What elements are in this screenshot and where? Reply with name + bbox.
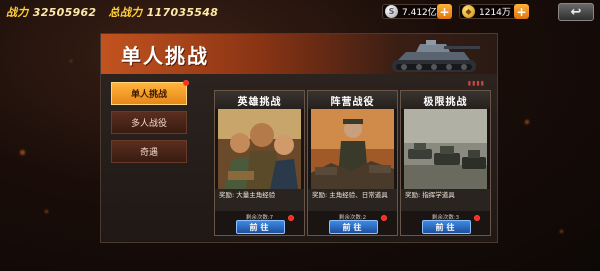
faction-campaign-card[interactable]: 阵营战役 奖励: 主角经验、日常道具 剩余次数:2 前往	[307, 90, 398, 236]
gold-coin-icon: ◆	[462, 5, 475, 18]
nav-item-single-challenge[interactable]: 单人挑战	[111, 80, 189, 105]
card-reward: 奖励: 大量主角经验	[215, 189, 304, 211]
silver-coin-icon: S	[385, 5, 398, 18]
power-display: 战力 32505962 总战力 117035548	[6, 4, 226, 20]
go-button[interactable]: 前往	[236, 220, 285, 234]
card-reward: 奖励: 指挥学道具	[401, 189, 490, 211]
panel-title: 单人挑战	[121, 44, 209, 68]
ember-particle	[525, 120, 529, 124]
card-title: 英雄挑战	[215, 91, 304, 109]
nav-item-label: 奇遇	[139, 148, 158, 158]
ember-particle	[70, 60, 72, 62]
notification-dot	[381, 215, 387, 221]
notification-dot	[288, 215, 294, 221]
silver-currency: S 7.412亿 +	[382, 4, 452, 19]
add-silver-button[interactable]: +	[437, 4, 452, 19]
nav-item-multi-campaign[interactable]: 多人战役	[111, 111, 187, 134]
faction-commander-artwork	[311, 109, 394, 189]
go-button[interactable]: 前往	[329, 220, 378, 234]
power-value: 32505962	[32, 6, 97, 19]
ember-particle	[45, 210, 48, 213]
card-reward: 奖励: 主角经验、日常道具	[308, 189, 397, 211]
gold-currency: ◆ 1214万 +	[459, 4, 529, 19]
ember-particle	[560, 230, 563, 233]
challenge-nav: 单人挑战 多人战役 奇遇	[111, 80, 189, 169]
total-power-label: 总战力	[108, 6, 143, 19]
back-arrow-icon: ↩	[570, 4, 582, 20]
nav-item-encounter[interactable]: 奇遇	[111, 140, 187, 163]
silver-amount: 7.412亿	[402, 8, 437, 18]
nav-item-label: 多人战役	[130, 119, 167, 129]
back-button[interactable]: ↩	[558, 3, 594, 21]
card-title: 极限挑战	[401, 91, 490, 109]
gold-amount: 1214万	[479, 8, 511, 18]
nav-item-label: 单人挑战	[130, 90, 167, 100]
extreme-challenge-card[interactable]: 极限挑战 奖励: 指挥学道具 剩余次数:3 前往	[400, 90, 491, 236]
notification-dot	[183, 80, 189, 86]
tank-column-artwork	[404, 109, 487, 189]
hero-challenge-card[interactable]: 英雄挑战 奖励: 大量主角经验 剩余次数:7 前往	[214, 90, 305, 236]
go-button[interactable]: 前往	[422, 220, 471, 234]
tank-illustration	[392, 40, 480, 72]
add-gold-button[interactable]: +	[514, 4, 529, 19]
total-power-value: 117035548	[146, 6, 219, 19]
ember-particle	[20, 150, 25, 155]
card-title: 阵营战役	[308, 91, 397, 109]
header-stripes-decoration: ▮▮▮▮	[467, 80, 485, 87]
hero-characters-artwork	[218, 109, 301, 189]
notification-dot	[474, 215, 480, 221]
power-label: 战力	[6, 6, 29, 19]
